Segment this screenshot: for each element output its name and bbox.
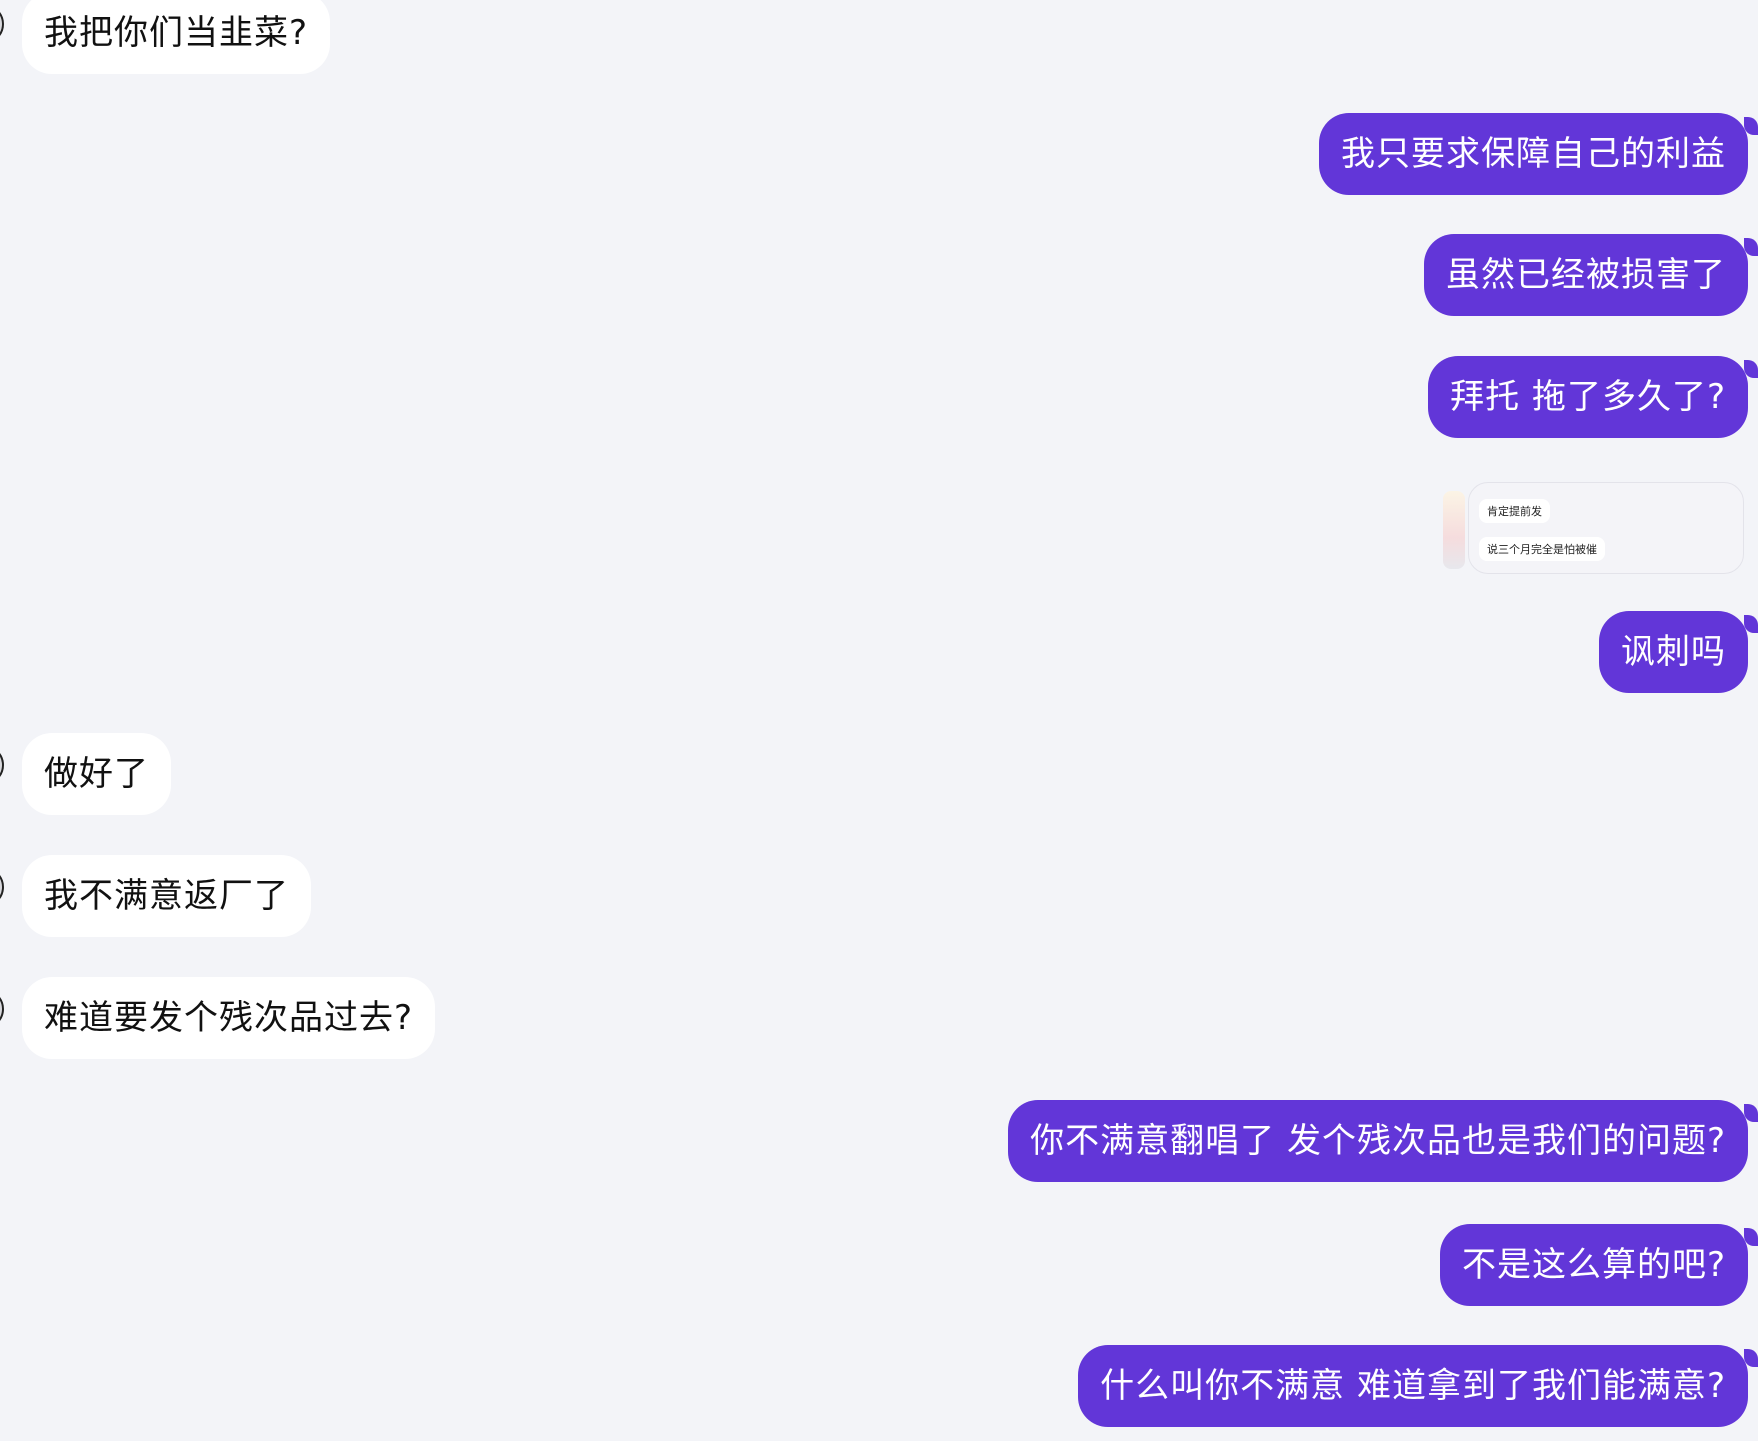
message-row-outgoing: 不是这么算的吧?: [0, 1224, 1758, 1308]
message-row-incoming: 我不满意返厂了: [0, 855, 1758, 939]
message-bubble-outgoing[interactable]: 虽然已经被损害了: [1424, 234, 1748, 316]
message-row-outgoing: 我只要求保障自己的利益: [0, 113, 1758, 197]
message-row-outgoing: 什么叫你不满意 难道拿到了我们能满意?: [0, 1345, 1758, 1429]
message-bubble-outgoing[interactable]: 你不满意翻唱了 发个残次品也是我们的问题?: [1008, 1100, 1748, 1182]
message-row-outgoing: 拜托 拖了多久了?: [0, 356, 1758, 440]
message-bubble-incoming[interactable]: 做好了: [22, 733, 171, 815]
message-row-outgoing: 你不满意翻唱了 发个残次品也是我们的问题?: [0, 1100, 1758, 1184]
message-bubble-outgoing[interactable]: 我只要求保障自己的利益: [1319, 113, 1748, 195]
message-bubble-incoming[interactable]: 我把你们当韭菜?: [22, 0, 331, 74]
image-message[interactable]: 肯定提前发 说三个月完全是怕被催: [1443, 482, 1744, 574]
message-bubble-incoming[interactable]: 难道要发个残次品过去?: [22, 977, 436, 1059]
avatar[interactable]: [0, 745, 4, 785]
message-bubble-outgoing[interactable]: 什么叫你不满意 难道拿到了我们能满意?: [1078, 1345, 1748, 1427]
message-row-incoming: 难道要发个残次品过去?: [0, 977, 1758, 1061]
message-bubble-outgoing[interactable]: 不是这么算的吧?: [1439, 1224, 1748, 1306]
avatar[interactable]: [0, 989, 4, 1029]
screenshot-text-line: 说三个月完全是怕被催: [1479, 537, 1605, 561]
avatar[interactable]: [0, 867, 4, 907]
screenshot-text-line: 肯定提前发: [1479, 499, 1550, 523]
avatar[interactable]: [0, 4, 4, 44]
message-row-incoming: 我把你们当韭菜?: [0, 0, 1758, 76]
message-bubble-outgoing[interactable]: 拜托 拖了多久了?: [1428, 356, 1748, 438]
image-thumbnail: [1443, 491, 1465, 569]
message-row-outgoing: 虽然已经被损害了: [0, 234, 1758, 318]
message-row-incoming: 做好了: [0, 733, 1758, 817]
message-row-outgoing: 讽刺吗: [0, 611, 1758, 695]
message-bubble-outgoing[interactable]: 讽刺吗: [1599, 611, 1748, 693]
message-bubble-incoming[interactable]: 我不满意返厂了: [22, 855, 311, 937]
